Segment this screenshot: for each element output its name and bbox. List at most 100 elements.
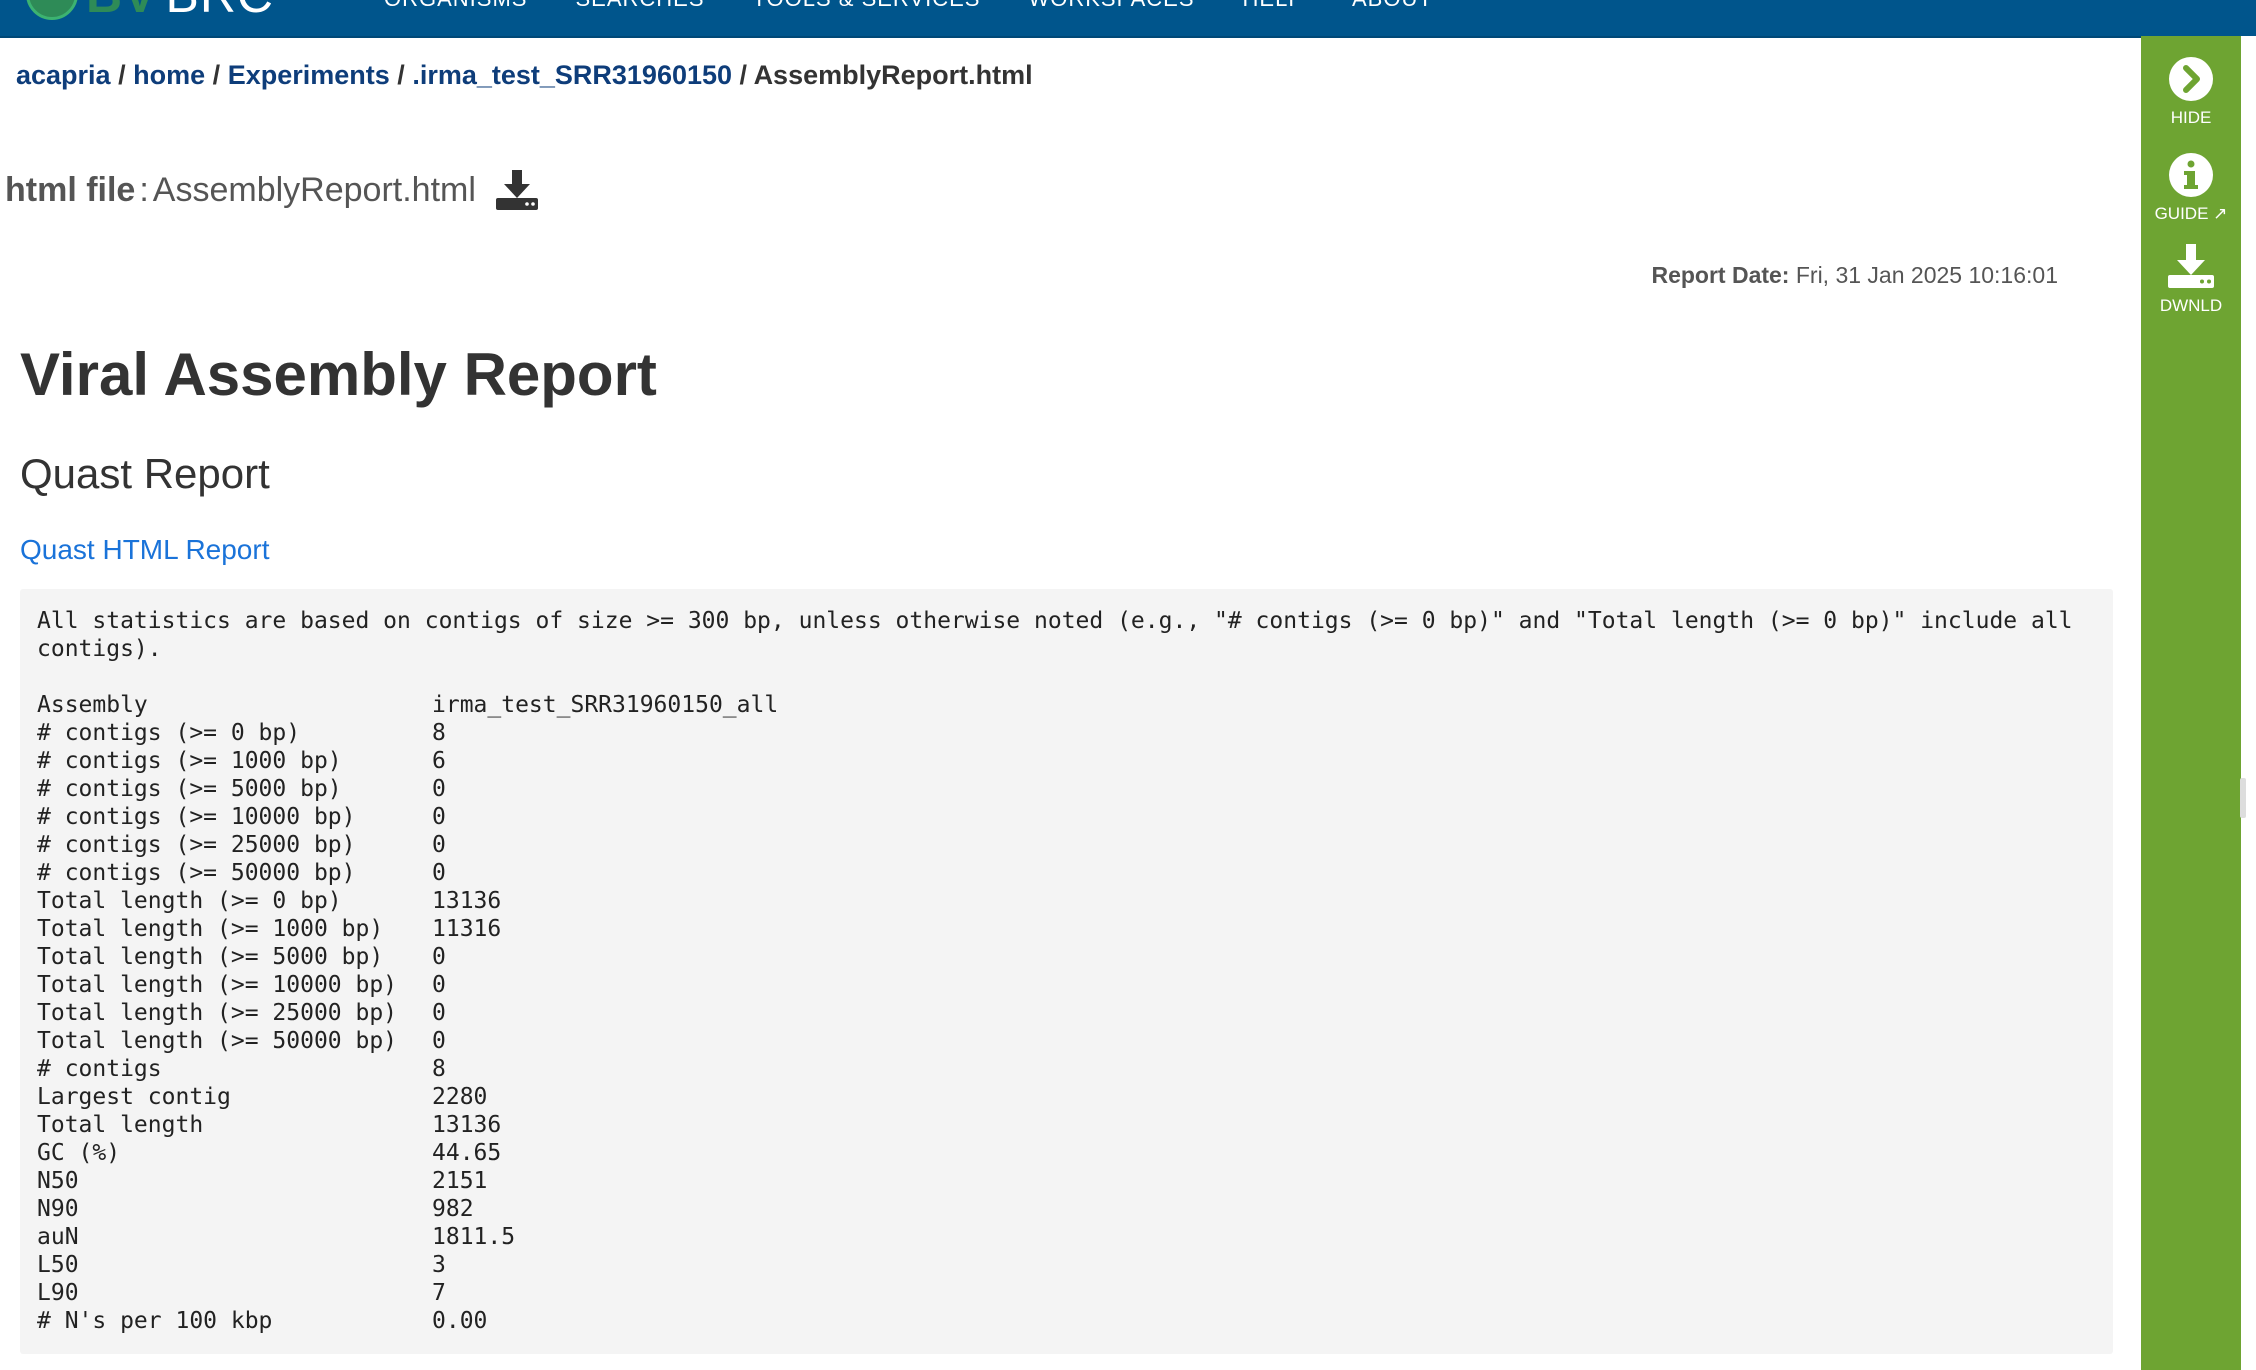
stats-value: 0: [432, 860, 446, 886]
stats-row: Total length (>= 5000 bp) 0: [37, 943, 778, 971]
report-date-value: Fri, 31 Jan 2025 10:16:01: [1795, 262, 2058, 288]
stats-row: # contigs (>= 1000 bp) 6: [37, 747, 778, 775]
stats-row: Total length (>= 1000 bp) 11316: [37, 915, 778, 943]
guide-button[interactable]: GUIDE ↗: [2141, 152, 2241, 224]
breadcrumb-experiments[interactable]: Experiments: [228, 60, 390, 90]
stats-key: Total length (>= 5000 bp): [37, 944, 384, 970]
info-circle-icon: [2169, 153, 2213, 197]
chevron-right-circle-icon: [2169, 57, 2213, 101]
breadcrumb-current-file: AssemblyReport.html: [753, 60, 1033, 90]
stats-key: Total length: [37, 1112, 204, 1138]
stats-value: 13136: [432, 888, 502, 914]
stats-row: N90 982: [37, 1195, 778, 1223]
logo-brc-text: BRC: [165, 0, 274, 20]
stats-key: # contigs (>= 50000 bp): [37, 860, 356, 886]
report-date-label: Report Date:: [1651, 262, 1790, 288]
adjacent-panel-edge: [2241, 36, 2256, 1370]
quast-html-report-link[interactable]: Quast HTML Report: [20, 534, 269, 566]
stats-value: 6: [432, 748, 446, 774]
breadcrumb-separator: /: [212, 60, 221, 90]
hide-button[interactable]: HIDE: [2141, 56, 2241, 128]
stats-row: # contigs (>= 10000 bp) 0: [37, 803, 778, 831]
stats-row: # contigs (>= 0 bp) 8: [37, 719, 778, 747]
stats-row: # contigs (>= 50000 bp) 0: [37, 859, 778, 887]
stats-key: Total length (>= 1000 bp): [37, 916, 384, 942]
menu-tools-services[interactable]: TOOLS & SERVICES: [753, 0, 981, 12]
file-name: AssemblyReport.html: [152, 170, 476, 209]
stats-value: 0: [432, 1028, 446, 1054]
top-navbar: BV BRC ORGANISMS SEARCHES TOOLS & SERVIC…: [0, 0, 2256, 38]
stats-key: Total length (>= 50000 bp): [37, 1028, 398, 1054]
stats-value: 0: [432, 776, 446, 802]
menu-about[interactable]: ABOUT: [1352, 0, 1433, 12]
menu-workspaces[interactable]: WORKSPACES: [1028, 0, 1194, 12]
report-title: Viral Assembly Report: [20, 341, 657, 408]
panel-resize-handle[interactable]: [2240, 778, 2246, 818]
stats-row: GC (%) 44.65: [37, 1139, 778, 1167]
stats-key: Largest contig: [37, 1084, 231, 1110]
quast-stats-block: All statistics are based on contigs of s…: [20, 589, 2113, 1354]
menu-organisms[interactable]: ORGANISMS: [384, 0, 527, 12]
menu-searches[interactable]: SEARCHES: [575, 0, 704, 12]
quast-section-title: Quast Report: [20, 450, 270, 497]
file-header: html file: AssemblyReport.html: [5, 168, 540, 212]
stats-row: # contigs 8: [37, 1055, 778, 1083]
stats-row: Total length (>= 0 bp) 13136: [37, 887, 778, 915]
stats-key: auN: [37, 1224, 79, 1250]
stats-value: 982: [432, 1196, 474, 1222]
stats-row: Assembly irma_test_SRR31960150_all: [37, 691, 778, 719]
stats-value: 2151: [432, 1168, 488, 1194]
file-colon: :: [139, 170, 149, 209]
stats-table: Assembly irma_test_SRR31960150_all # conti…: [37, 691, 778, 1335]
stats-key: Assembly: [37, 692, 148, 718]
stats-value: 11316: [432, 916, 502, 942]
breadcrumb-home[interactable]: home: [133, 60, 205, 90]
stats-row: auN 1811.5: [37, 1223, 778, 1251]
stats-value: 0: [432, 804, 446, 830]
main-menu: ORGANISMS SEARCHES TOOLS & SERVICES WORK…: [384, 0, 1433, 12]
stats-value: 0: [432, 944, 446, 970]
hide-label: HIDE: [2170, 108, 2212, 127]
stats-row: Largest contig 2280: [37, 1083, 778, 1111]
logo-mark-icon: [26, 0, 78, 20]
breadcrumb-job-folder[interactable]: .irma_test_SRR31960150: [412, 60, 732, 90]
stats-key: Total length (>= 0 bp): [37, 888, 342, 914]
external-link-icon: ↗: [2213, 204, 2228, 223]
menu-help[interactable]: HELP: [1243, 0, 1304, 12]
download-label: DWNLD: [2159, 296, 2223, 315]
stats-row: Total length (>= 50000 bp) 0: [37, 1027, 778, 1055]
stats-key: # contigs (>= 5000 bp): [37, 776, 342, 802]
stats-row: L50 3: [37, 1251, 778, 1279]
stats-key: N90: [37, 1196, 79, 1222]
stats-row: Total length (>= 10000 bp) 0: [37, 971, 778, 999]
breadcrumb: acapria / home / Experiments / .irma_tes…: [16, 60, 1033, 91]
stats-key: # contigs (>= 10000 bp): [37, 804, 356, 830]
stats-key: Total length (>= 25000 bp): [37, 1000, 398, 1026]
side-action-panel: HIDE GUIDE ↗ DWNLD: [2141, 36, 2241, 1370]
download-icon[interactable]: [494, 168, 540, 212]
stats-value: 0: [432, 972, 446, 998]
breadcrumb-user[interactable]: acapria: [16, 60, 111, 90]
stats-row: # N's per 100 kbp 0.00: [37, 1307, 778, 1335]
breadcrumb-separator: /: [739, 60, 748, 90]
stats-key: N50: [37, 1168, 79, 1194]
stats-value: 1811.5: [432, 1224, 516, 1250]
stats-value: irma_test_SRR31960150_all: [432, 692, 779, 718]
download-icon: [2168, 244, 2214, 288]
stats-key: # contigs (>= 0 bp): [37, 720, 301, 746]
stats-row: L90 7: [37, 1279, 778, 1307]
stats-key: # contigs (>= 25000 bp): [37, 832, 356, 858]
guide-label: GUIDE ↗: [2154, 204, 2228, 223]
stats-value: 0.00: [432, 1308, 488, 1334]
stats-key: # contigs (>= 1000 bp): [37, 748, 342, 774]
stats-key: GC (%): [37, 1140, 121, 1166]
stats-value: 0: [432, 1000, 446, 1026]
stats-value: 7: [432, 1280, 446, 1306]
file-type-label: html file: [5, 170, 136, 209]
download-panel-button[interactable]: DWNLD: [2141, 242, 2241, 316]
bvbrc-logo[interactable]: BV BRC: [26, 0, 274, 20]
stats-row: Total length (>= 25000 bp) 0: [37, 999, 778, 1027]
stats-value: 44.65: [432, 1140, 502, 1166]
stats-key: L50: [37, 1252, 79, 1278]
stats-row: N50 2151: [37, 1167, 778, 1195]
